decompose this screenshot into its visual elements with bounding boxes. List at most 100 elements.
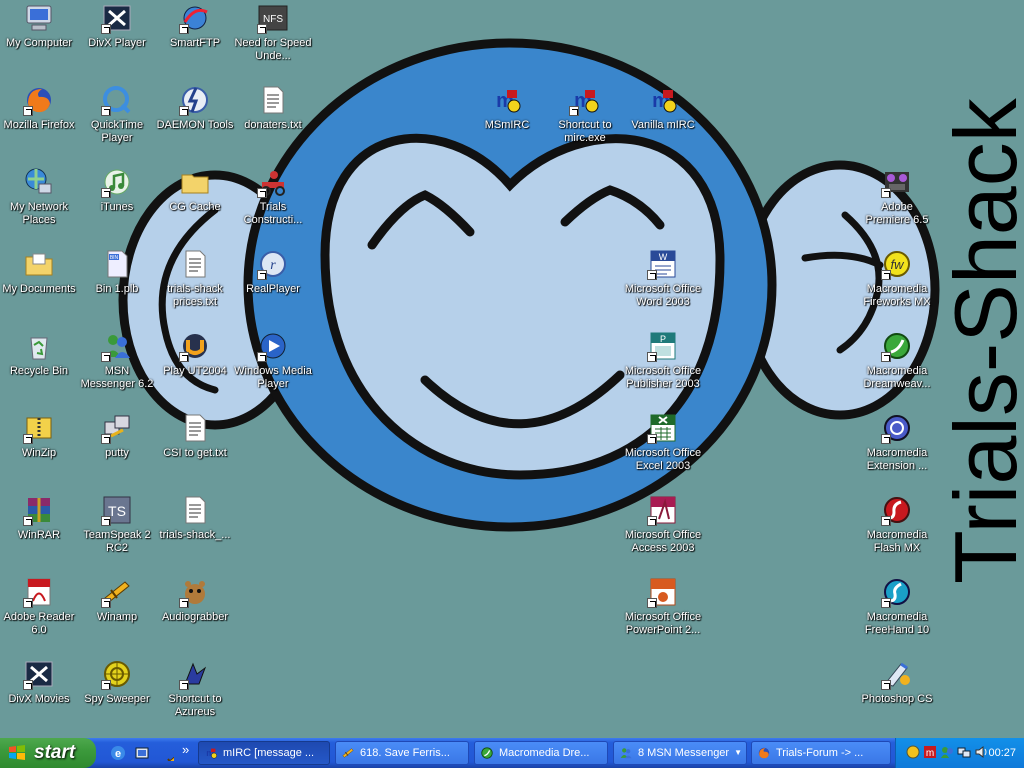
desktop-icon-macromedia-fireworks-mx[interactable]: fw Macromedia Fireworks MX — [858, 248, 936, 309]
desktop-icon-winamp[interactable]: Winamp — [78, 576, 156, 624]
taskbar-button[interactable]: Trials-Forum -> ... — [751, 741, 891, 765]
desktop-icon-spy-sweeper[interactable]: Spy Sweeper — [78, 658, 156, 706]
text-file-icon — [179, 248, 211, 280]
desktop-icon-trials-constructi[interactable]: Trials Constructi... — [234, 166, 312, 227]
taskbar-button-label: mIRC [message ... — [223, 747, 315, 759]
taskbar: start e» m mIRC [message ... 618. Save Fer… — [0, 738, 1024, 768]
desktop-icon-smartftp[interactable]: SmartFTP — [156, 2, 234, 50]
msn-tray-icon[interactable] — [940, 745, 954, 759]
shortcut-arrow-icon — [647, 270, 657, 280]
desktop-icon-putty[interactable]: putty — [78, 412, 156, 460]
desktop-icon-audiograbber[interactable]: Audiograbber — [156, 576, 234, 624]
desktop-icon-windows-media-player[interactable]: Windows Media Player — [234, 330, 312, 391]
desktop-icon-divx-movies[interactable]: DivX Movies — [0, 658, 78, 706]
quick-launch-overflow[interactable]: » — [182, 742, 189, 757]
desktop-icon-label: Recycle Bin — [9, 365, 69, 377]
adobe-reader-icon — [23, 576, 55, 608]
desktop-icon-vanilla-mirc[interactable]: m Vanilla mIRC — [624, 84, 702, 132]
desktop-icon-shortcut-to-mirc-exe[interactable]: m Shortcut to mirc.exe — [546, 84, 624, 145]
desktop-icon-macromedia-dreamweav[interactable]: Macromedia Dreamweav... — [858, 330, 936, 391]
desktop-icon-cg-cache[interactable]: CG Cache — [156, 166, 234, 214]
desktop-icon-my-network-places[interactable]: My Network Places — [0, 166, 78, 227]
daemon-tools-icon — [179, 84, 211, 116]
text-file-icon — [179, 494, 211, 526]
desktop-icon-microsoft-office-excel-2003[interactable]: Microsoft Office Excel 2003 — [624, 412, 702, 473]
svg-text:m: m — [926, 748, 934, 759]
trials-icon — [257, 166, 289, 198]
desktop-icon-macromedia-extension[interactable]: Macromedia Extension ... — [858, 412, 936, 473]
taskbar-button[interactable]: Macromedia Dre... — [474, 741, 608, 765]
desktop-icon-microsoft-office-powerpoint-2[interactable]: Microsoft Office PowerPoint 2... — [624, 576, 702, 637]
desktop-icon-winrar[interactable]: WinRAR — [0, 494, 78, 542]
desktop-icon-photoshop-cs[interactable]: Photoshop CS — [858, 658, 936, 706]
network-tray-icon[interactable] — [957, 745, 971, 759]
desktop-icon-adobe-reader-6-0[interactable]: Adobe Reader 6.0 — [0, 576, 78, 637]
windows-flag-icon — [9, 745, 25, 760]
desktop-icon-label: Macromedia Dreamweav... — [863, 365, 931, 390]
desktop-icon-recycle-bin[interactable]: Recycle Bin — [0, 330, 78, 378]
shortcut-arrow-icon — [569, 106, 579, 116]
desktop-icon-label: putty — [105, 447, 129, 459]
taskbar-button-label: 8 MSN Messenger — [638, 747, 730, 759]
norton-icon[interactable] — [906, 745, 920, 759]
desktop-icon-donaters-txt[interactable]: donaters.txt — [234, 84, 312, 132]
photoshop-icon — [881, 658, 913, 690]
desktop-icon-realplayer[interactable]: r RealPlayer — [234, 248, 312, 296]
desktop-icon-csi-to-get-txt[interactable]: CSI to get.txt — [156, 412, 234, 460]
winamp-icon[interactable] — [158, 745, 187, 768]
wallpaper-brand-text: Trials-Shack — [936, 97, 1024, 584]
desktop-icon-msmirc[interactable]: m MSmIRC — [468, 84, 546, 132]
desktop-icon-divx-player[interactable]: DivX Player — [78, 2, 156, 50]
winzip-icon — [23, 412, 55, 444]
shortcut-arrow-icon — [257, 352, 267, 362]
desktop-icon-my-documents[interactable]: My Documents — [0, 248, 78, 296]
desktop-icon-label: Microsoft Office Excel 2003 — [624, 447, 702, 472]
desktop-icon-trials-shack-prices-txt[interactable]: trials-shack prices.txt — [156, 248, 234, 309]
folder-icon — [179, 166, 211, 198]
desktop-icon-microsoft-office-publisher-2003[interactable]: P Microsoft Office Publisher 2003 — [624, 330, 702, 391]
desktop-icon-microsoft-office-access-2003[interactable]: Microsoft Office Access 2003 — [624, 494, 702, 555]
desktop-icon-macromedia-freehand-10[interactable]: Macromedia FreeHand 10 — [858, 576, 936, 637]
desktop-icon-quicktime-player[interactable]: QuickTime Player — [78, 84, 156, 145]
desktop-icon-microsoft-office-word-2003[interactable]: W Microsoft Office Word 2003 — [624, 248, 702, 309]
desktop-icon-label: My Computer — [5, 37, 73, 49]
desktop-icon-play-ut2004[interactable]: Play UT2004 — [156, 330, 234, 378]
media-player-icon — [257, 330, 289, 362]
ie-icon[interactable]: e — [110, 745, 126, 761]
desktop-icon-label: SmartFTP — [169, 37, 221, 49]
desktop-icon-teamspeak-2-rc2[interactable]: TS TeamSpeak 2 RC2 — [78, 494, 156, 555]
desktop-icon-trials-shack[interactable]: trials-shack_... — [156, 494, 234, 542]
desktop-icon-macromedia-flash-mx[interactable]: Macromedia Flash MX — [858, 494, 936, 555]
start-button[interactable]: start — [0, 738, 96, 768]
desktop-icon-itunes[interactable]: iTunes — [78, 166, 156, 214]
desktop-icon-adobe-premiere-6-5[interactable]: Adobe Premiere 6.5 — [858, 166, 936, 227]
divx-icon — [101, 2, 133, 34]
svg-text:e: e — [115, 748, 121, 760]
desktop-icon-msn-messenger-6-2[interactable]: MSN Messenger 6.2 — [78, 330, 156, 391]
taskbar-button[interactable]: m mIRC [message ... — [198, 741, 330, 765]
desktop-icon-bin-1-plb[interactable]: BIN Bin 1.plb — [78, 248, 156, 296]
divx-icon — [23, 658, 55, 690]
taskbar-button[interactable]: 618. Save Ferris... — [335, 741, 469, 765]
desktop-icon-shortcut-to-azureus[interactable]: Shortcut to Azureus — [156, 658, 234, 719]
mirc-tray-icon[interactable]: m — [923, 745, 937, 759]
desktop-icon-label: Bin 1.plb — [95, 283, 139, 295]
desktop-icon-daemon-tools[interactable]: DAEMON Tools — [156, 84, 234, 132]
desktop-icon-label: Microsoft Office PowerPoint 2... — [624, 611, 702, 636]
desktop-icon-label: Need for Speed Unde... — [234, 37, 312, 62]
itunes-icon — [101, 166, 133, 198]
desktop-icon-need-for-speed-unde[interactable]: NFS Need for Speed Unde... — [234, 2, 312, 63]
shortcut-arrow-icon — [881, 270, 891, 280]
msn-icon — [101, 330, 133, 362]
desktop-icon-label: Microsoft Office Word 2003 — [624, 283, 702, 308]
desktop-icon[interactable] — [134, 745, 150, 761]
desktop-icon-my-computer[interactable]: My Computer — [0, 2, 78, 50]
desktop-icon-mozilla-firefox[interactable]: Mozilla Firefox — [0, 84, 78, 132]
desktop-icon-winzip[interactable]: WinZip — [0, 412, 78, 460]
volume-icon[interactable] — [974, 745, 988, 759]
taskbar-button[interactable]: 8 MSN Messenger ▼ — [613, 741, 747, 765]
desktop-icon-label: donaters.txt — [244, 119, 302, 131]
shortcut-arrow-icon — [101, 352, 111, 362]
clock[interactable]: 00:27 — [988, 738, 1016, 768]
desktop-icon-label: Photoshop CS — [861, 693, 933, 705]
